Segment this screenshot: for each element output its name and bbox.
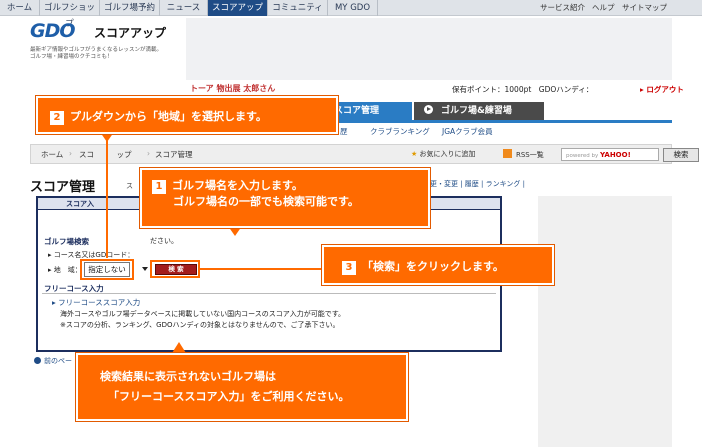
rss-icon <box>503 149 512 158</box>
callout-step-2: 2 プルダウンから「地域」を選択します。 <box>36 96 338 134</box>
region-label: ▸ 地 域： <box>48 266 82 274</box>
nav-shop[interactable]: ゴルフショップ <box>40 0 100 29</box>
desc-top: ださい。 <box>150 237 178 245</box>
callout-3-text: 「検索」をクリックします。 <box>362 260 504 273</box>
breadcrumb-current: スコア管理 <box>155 150 193 159</box>
star-icon: ★ <box>411 150 418 158</box>
callout-1-line-2: ゴルフ場名の一部でも検索可能です。 <box>173 195 359 208</box>
page-title-tail: ス <box>126 182 133 190</box>
region-text: 地 域： <box>53 266 82 274</box>
free-desc-1: 海外コースやゴルフ場データベースに掲載していない国内コースのスコア入力が可能です… <box>60 310 346 318</box>
subnav-jga[interactable]: JGAクラブ会員 <box>442 126 493 137</box>
tab-course[interactable]: ゴルフ場&練習場 <box>414 102 544 120</box>
points-info: 保有ポイント：1000pt GDOハンディ： <box>452 85 594 94</box>
nav-mygdo[interactable]: MY GDO <box>328 0 378 16</box>
nav-community[interactable]: コミュニティ <box>268 0 328 16</box>
callout-step-3: 3 「検索」をクリックします。 <box>322 245 554 285</box>
util-help[interactable]: ヘルプ <box>592 0 615 16</box>
site-search-input[interactable]: powered by YAHOO! <box>561 148 659 161</box>
yahoo-logo: YAHOO! <box>600 151 631 159</box>
breadcrumb-sep-2: › <box>147 149 150 158</box>
logo-tagline-1: 最新ギア情報やゴルフがうまくなるレッスンが満載。 <box>30 47 163 53</box>
prev-page-link[interactable]: 前のペー <box>34 356 72 366</box>
logout-link[interactable]: ▸ ログアウト <box>640 84 684 95</box>
nav-reservation[interactable]: ゴルフ場予約 <box>100 0 160 16</box>
page-title: スコア管理 <box>30 180 96 195</box>
connector-3 <box>200 268 324 270</box>
pointer-4 <box>172 342 186 353</box>
user-name: トーア 物出展 太郎さん <box>190 84 276 93</box>
logo-tagline: 最新ギア情報やゴルフがうまくなるレッスンが満載。 ゴルフ場・練習場のクチコミも！ <box>30 47 190 61</box>
step-1-badge: 1 <box>152 180 166 194</box>
subnav-history[interactable]: 歴 <box>340 126 348 137</box>
breadcrumb-home[interactable]: ホーム <box>41 149 63 160</box>
callout-1-line-1: ゴルフ場名を入力します。 <box>172 179 303 192</box>
callout-free-course: 検索結果に表示されないゴルフ場は 「フリーコーススコア入力」をご利用ください。 <box>76 353 408 421</box>
add-favorite-link[interactable]: ★ お気に入りに追加 <box>411 149 476 159</box>
breadcrumb: ホーム › スコ ップ › スコア管理 ★ お気に入りに追加 RSS一覧 pow… <box>30 144 699 164</box>
logout-label: ログアウト <box>646 85 684 94</box>
nav-news[interactable]: ニュース <box>160 0 208 16</box>
prev-label: 前のペー <box>44 357 72 365</box>
site-logo[interactable]: GDO スコアアップ 最新ギア情報やゴルフがうまくなるレッスンが満載。 ゴルフ場… <box>30 20 190 62</box>
logo-tagline-2: ゴルフ場・練習場のクチコミも！ <box>30 54 113 60</box>
callout-4-line-1: 検索結果に表示されないゴルフ場は <box>100 370 276 383</box>
callout-4-line-2: 「フリーコーススコア入力」をご利用ください。 <box>108 390 350 403</box>
divider <box>42 293 496 294</box>
tab-course-label: ゴルフ場&練習場 <box>441 106 512 116</box>
step-2-badge: 2 <box>50 111 64 125</box>
right-links[interactable]: 更・変更 | 履歴 | ランキング | <box>430 179 525 189</box>
free-course-link[interactable]: ▸ フリーコーススコア入力 <box>52 297 140 308</box>
search-button-highlight <box>150 260 200 278</box>
logo-brand: GDO <box>30 20 76 42</box>
free-desc-2: ※スコアの分析、ランキング、GDOハンディの対象とはなりませんので、ご了承下さい… <box>60 321 340 329</box>
select-highlight <box>80 259 134 280</box>
callout-2-text: プルダウンから「地域」を選択します。 <box>70 110 267 123</box>
yahoo-powered: powered by <box>566 153 599 159</box>
subnav-club-ranking[interactable]: クラブランキング <box>370 126 430 137</box>
golf-search-label: ゴルフ場検索 <box>44 237 89 246</box>
chevron-down-icon[interactable] <box>142 267 148 271</box>
rss-link[interactable]: RSS一覧 <box>503 149 544 160</box>
util-sitemap[interactable]: サイトマップ <box>622 0 667 16</box>
course-name-text: コース名又はGDコード： <box>53 251 135 259</box>
nav-scoreup[interactable]: スコアアップ <box>208 0 268 16</box>
back-circle-icon <box>34 357 41 364</box>
right-sidebar <box>538 196 672 447</box>
play-circle-icon <box>424 105 433 114</box>
ad-banner <box>186 18 672 80</box>
step-3-badge: 3 <box>342 261 356 275</box>
logo-sub: スコアアップ <box>94 26 167 40</box>
connector-2 <box>106 140 108 258</box>
top-nav: ホーム ゴルフショップ ゴルフ場予約 ニュース スコアアップ コミュニティ MY… <box>0 0 702 29</box>
breadcrumb-sep: › <box>69 149 72 158</box>
rss-label: RSS一覧 <box>516 151 544 159</box>
util-service[interactable]: サービス紹介 <box>540 0 585 16</box>
free-course-link-label: フリーコーススコア入力 <box>58 298 141 307</box>
callout-step-1: 1 ゴルフ場名を入力します。 ゴルフ場名の一部でも検索可能です。 <box>140 168 430 228</box>
fav-label: お気に入りに追加 <box>419 150 476 158</box>
panel-title: スコア入 <box>66 200 94 208</box>
site-search-button[interactable]: 検索 <box>663 148 699 162</box>
nav-home[interactable]: ホーム <box>0 0 40 16</box>
